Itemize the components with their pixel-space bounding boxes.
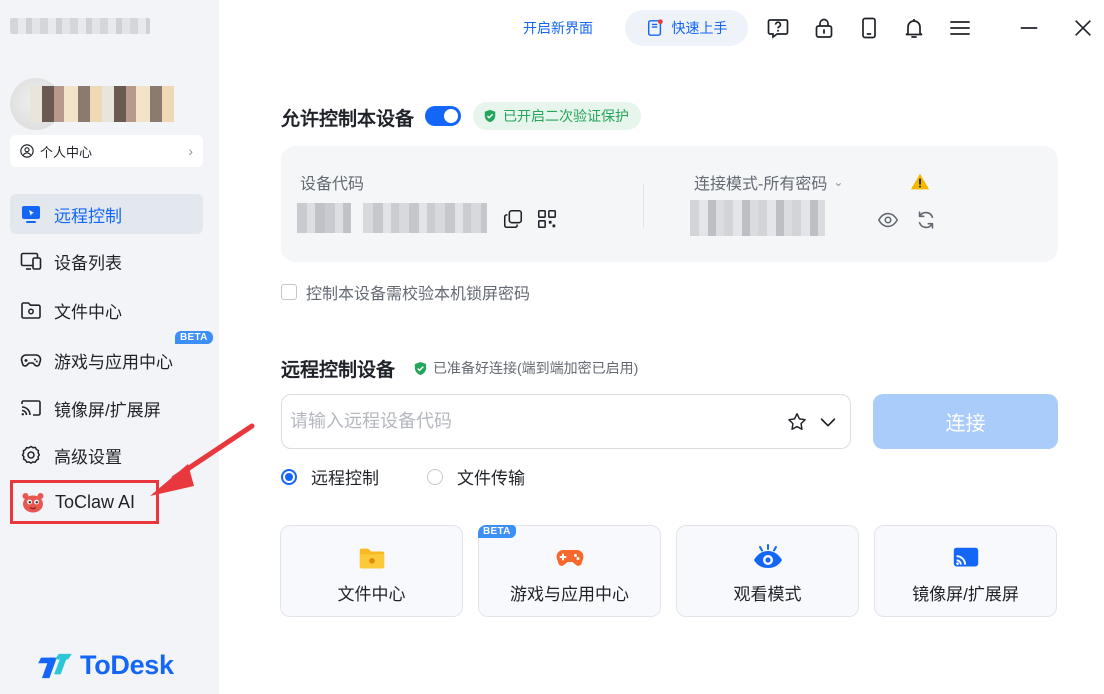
connection-mode-dropdown[interactable]: 连接模式-所有密码 ⌄ (694, 170, 843, 194)
chevron-down-icon: ⌄ (833, 175, 844, 189)
feature-label: 文件中心 (337, 585, 406, 604)
cast-screen-icon (950, 542, 982, 574)
refresh-icon[interactable] (914, 208, 938, 232)
username-blurred (10, 18, 150, 34)
feature-watch-mode[interactable]: 观看模式 (676, 525, 859, 617)
mobile-phone-icon[interactable] (856, 14, 882, 42)
sidebar-item-toclaw-ai[interactable]: ToClaw AI (10, 480, 159, 524)
sidebar-item-label: 镜像屏/扩展屏 (54, 400, 161, 420)
enable-new-ui-link[interactable]: 开启新界面 (523, 18, 593, 38)
device-list-icon (20, 250, 42, 272)
folder-icon (20, 299, 42, 321)
minimize-icon[interactable] (1017, 16, 1041, 40)
mode-file-transfer-option[interactable]: 文件传输 (427, 464, 525, 489)
toclaw-mascot-icon (19, 488, 47, 516)
sidebar-item-label: 游戏与应用中心 (54, 352, 173, 372)
red-arrow-annotation (150, 423, 255, 496)
quick-start-label: 快速上手 (671, 20, 728, 36)
two-factor-label: 已开启二次验证保护 (503, 108, 629, 124)
device-code-blurred (297, 203, 351, 233)
remote-control-title: 远程控制设备 (281, 360, 396, 381)
device-code-blurred (363, 203, 487, 233)
chevron-down-icon[interactable] (816, 410, 840, 434)
allow-control-toggle[interactable] (425, 106, 461, 126)
feature-game-app-center[interactable]: BETA 游戏与应用中心 (478, 525, 661, 617)
star-icon[interactable] (785, 410, 809, 434)
sidebar: 个人中心 › 远程控制 设备列表 文件中心 BETA 游戏与应用中心 镜像屏/扩… (0, 0, 219, 694)
device-code-label: 设备代码 (300, 176, 365, 193)
radio-checked[interactable] (281, 468, 297, 485)
gamepad-icon (20, 349, 42, 371)
connect-button[interactable]: 连接 (873, 394, 1058, 449)
ready-status-label: 已准备好连接(端到端加密已启用) (433, 360, 639, 376)
cast-screen-icon (20, 397, 42, 419)
sidebar-item-label: 设备列表 (54, 253, 122, 273)
beta-badge: BETA (478, 525, 516, 538)
eye-icon (752, 542, 784, 574)
ready-status: 已准备好连接(端到端加密已启用) (413, 358, 638, 378)
mode-remote-control-option[interactable]: 远程控制 (281, 464, 379, 489)
personal-center-button[interactable]: 个人中心 › (10, 135, 203, 167)
allow-control-title: 允许控制本设备 (281, 109, 415, 130)
remote-code-input-box (281, 394, 851, 449)
eye-icon[interactable] (876, 208, 900, 232)
logo-text: ToDesk (80, 650, 174, 680)
lock-icon[interactable] (811, 14, 837, 42)
quick-start-button[interactable]: 快速上手 (625, 10, 748, 46)
lock-screen-checkbox-row[interactable]: 控制本设备需校验本机锁屏密码 (281, 280, 530, 304)
folder-icon (356, 542, 388, 574)
shield-check-icon (484, 109, 496, 123)
gear-icon (20, 444, 42, 466)
sidebar-item-label: 远程控制 (54, 206, 122, 226)
guide-book-icon (647, 19, 663, 36)
lock-screen-checkbox[interactable] (281, 284, 297, 300)
todesk-logo: ToDesk (36, 650, 174, 681)
sidebar-item-label: 高级设置 (54, 447, 122, 467)
feature-label: 观看模式 (733, 585, 802, 604)
remote-code-input[interactable] (290, 395, 780, 448)
remote-control-icon (20, 203, 42, 225)
warning-icon[interactable] (908, 170, 932, 194)
gamepad-icon (554, 542, 586, 574)
feature-label: 镜像屏/扩展屏 (912, 585, 1019, 604)
two-factor-badge: 已开启二次验证保护 (473, 102, 641, 130)
menu-icon[interactable] (947, 14, 973, 42)
mode-remote-control-label: 远程控制 (311, 469, 379, 488)
todesk-logo-icon (38, 653, 72, 678)
sidebar-item-remote-control[interactable]: 远程控制 (10, 194, 203, 234)
personal-center-label: 个人中心 (40, 144, 93, 160)
feature-file-center[interactable]: 文件中心 (280, 525, 463, 617)
feature-label: 游戏与应用中心 (510, 585, 629, 604)
sidebar-item-file-center[interactable]: 文件中心 (10, 290, 203, 330)
bell-icon[interactable] (901, 14, 927, 42)
temp-password-blurred (690, 200, 825, 236)
user-info-blurred (30, 86, 174, 122)
shield-check-icon (414, 361, 427, 375)
card-divider (643, 184, 644, 228)
close-icon[interactable] (1071, 16, 1095, 40)
help-icon[interactable] (765, 14, 791, 42)
radio-unchecked[interactable] (427, 468, 443, 485)
sidebar-item-device-list[interactable]: 设备列表 (10, 241, 203, 281)
qr-code-icon[interactable] (535, 207, 559, 231)
feature-mirror-screen[interactable]: 镜像屏/扩展屏 (874, 525, 1057, 617)
connection-mode-label: 连接模式-所有密码 (694, 176, 828, 193)
sidebar-item-game-app-center[interactable]: 游戏与应用中心 (10, 340, 203, 380)
copy-icon[interactable] (501, 207, 525, 231)
lock-screen-label: 控制本设备需校验本机锁屏密码 (306, 286, 531, 303)
chevron-right-icon: › (188, 143, 193, 159)
toclaw-label: ToClaw AI (55, 491, 136, 512)
sidebar-item-label: 文件中心 (54, 302, 122, 322)
user-circle-icon (20, 144, 34, 158)
mode-file-transfer-label: 文件传输 (457, 469, 525, 488)
